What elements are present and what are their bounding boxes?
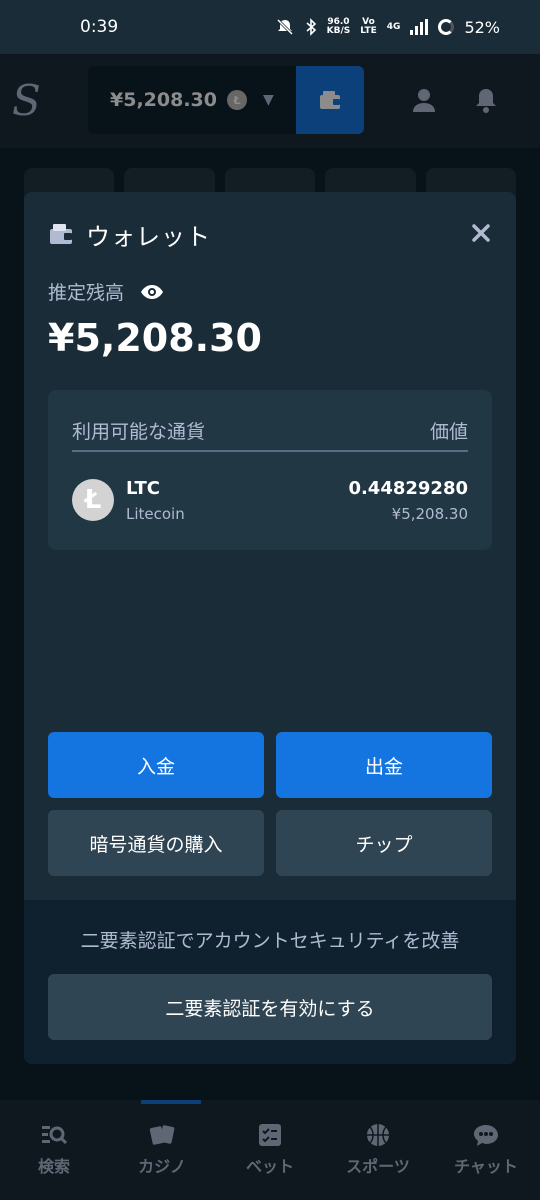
- wallet-modal: ウォレット 推定残高 ¥5,208.30 利用可能な通貨 価値 Ł LTC Li…: [24, 192, 516, 1064]
- currency-row-ltc[interactable]: Ł LTC Litecoin 0.44829280 ¥5,208.30: [72, 472, 468, 528]
- status-indicators: 96.0 KB/S Vo LTE 4G 52%: [275, 17, 500, 37]
- tip-button[interactable]: チップ: [276, 810, 492, 876]
- litecoin-icon: Ł: [72, 479, 114, 521]
- withdraw-button[interactable]: 出金: [276, 732, 492, 798]
- coin-names: LTC Litecoin: [126, 478, 185, 523]
- currency-panel: 利用可能な通貨 価値 Ł LTC Litecoin 0.44829280 ¥5,…: [48, 390, 492, 550]
- enable-2fa-button[interactable]: 二要素認証を有効にする: [48, 974, 492, 1040]
- header-available-currency: 利用可能な通貨: [72, 420, 206, 443]
- mute-bell-icon: [276, 18, 293, 36]
- close-icon: [472, 224, 490, 242]
- signal-icon: [410, 19, 429, 35]
- status-bar: 0:39 96.0 KB/S Vo LTE 4G 52%: [0, 0, 540, 54]
- estimated-balance-amount: ¥5,208.30: [48, 316, 262, 360]
- estimated-balance-label: 推定残高: [48, 282, 125, 304]
- close-button[interactable]: [468, 220, 494, 246]
- security-section: 二要素認証でアカウントセキュリティを改善 二要素認証を有効にする: [24, 900, 516, 1064]
- modal-header: ウォレット: [24, 192, 516, 276]
- battery-icon: [438, 19, 455, 35]
- coin-fiat-value: ¥5,208.30: [391, 504, 468, 523]
- volte-indicator: Vo LTE: [360, 17, 377, 36]
- header-value: 価値: [429, 420, 468, 443]
- nav-dim-overlay: [0, 1100, 540, 1200]
- eye-icon[interactable]: [140, 284, 164, 300]
- coin-symbol: LTC: [126, 477, 160, 499]
- wallet-icon: [50, 224, 72, 244]
- net-speed: 96.0 KB/S: [326, 17, 351, 36]
- coin-name: Litecoin: [126, 504, 185, 523]
- modal-title: ウォレット: [86, 222, 211, 251]
- status-time: 0:39: [80, 17, 119, 37]
- security-message: 二要素認証でアカウントセキュリティを改善: [80, 930, 460, 952]
- estimated-balance-row: 推定残高: [48, 278, 164, 305]
- currency-table-header: 利用可能な通貨 価値: [72, 410, 468, 452]
- coin-values: 0.44829280 ¥5,208.30: [348, 478, 468, 523]
- deposit-button[interactable]: 入金: [48, 732, 264, 798]
- network-type: 4G: [386, 21, 401, 32]
- buy-crypto-button[interactable]: 暗号通貨の購入: [48, 810, 264, 876]
- coin-amount: 0.44829280: [348, 477, 468, 499]
- bluetooth-icon: [306, 18, 316, 36]
- battery-percent: 52%: [464, 17, 500, 37]
